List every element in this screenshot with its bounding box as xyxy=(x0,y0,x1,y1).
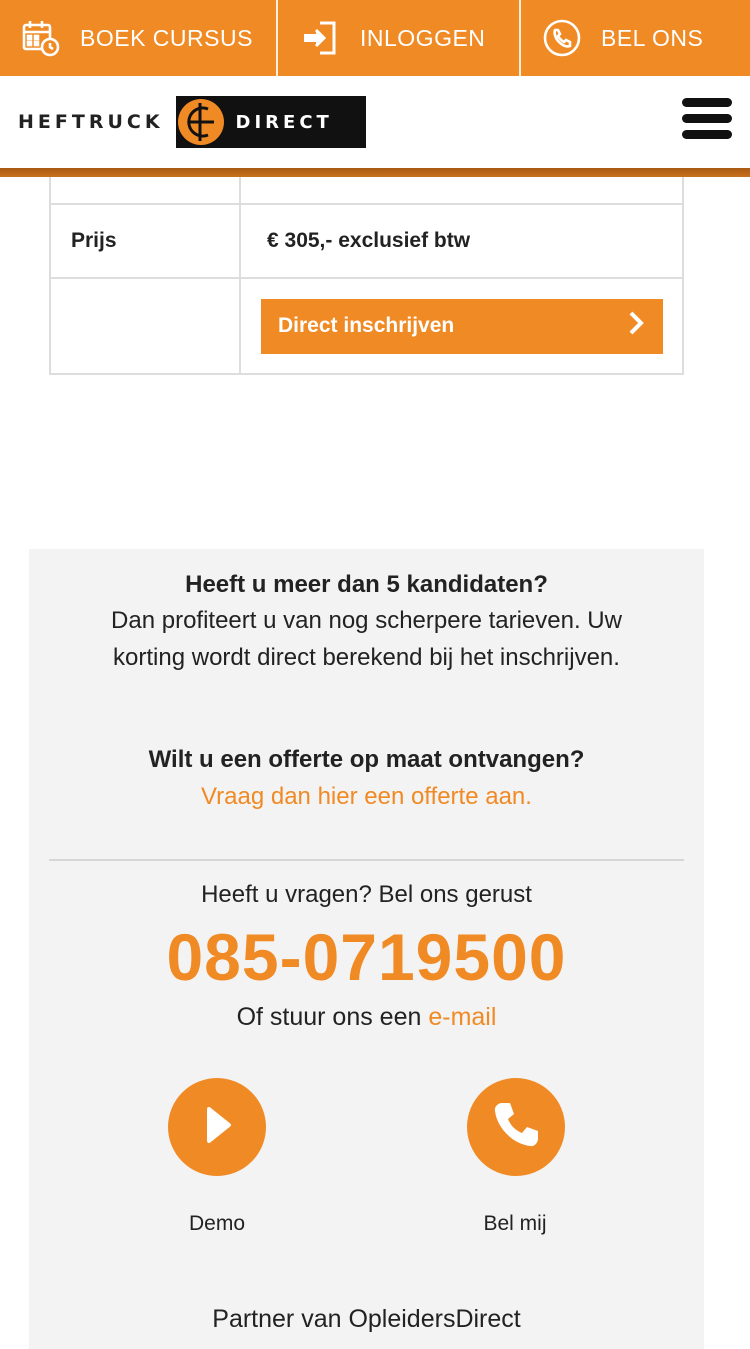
table-cell xyxy=(241,177,682,203)
call-me-label: Bel mij xyxy=(483,1212,547,1235)
chevron-right-icon xyxy=(627,310,645,343)
candidates-title: Heeft u meer dan 5 kandidaten? xyxy=(185,571,548,598)
table-cell: Direct inschrijven xyxy=(241,279,682,373)
email-link[interactable]: e-mail xyxy=(428,1003,496,1031)
email-line: Of stuur ons een e-mail xyxy=(29,1003,704,1032)
site-header: HEFTRUCK DIRECT xyxy=(0,76,750,168)
menu-bar xyxy=(682,114,732,123)
table-row xyxy=(49,177,684,205)
candidates-block: Heeft u meer dan 5 kandidaten? Dan profi… xyxy=(29,567,704,676)
course-info-table: Prijs € 305,- exclusief btw Direct insch… xyxy=(49,177,684,375)
table-cell xyxy=(51,279,241,373)
email-prefix: Of stuur ons een xyxy=(236,1003,422,1031)
login-label: INLOGGEN xyxy=(360,24,486,51)
header-divider xyxy=(0,168,750,177)
call-me-button[interactable] xyxy=(467,1078,565,1176)
direct-enroll-label: Direct inschrijven xyxy=(278,314,455,337)
logo-text-direct: DIRECT xyxy=(235,111,333,133)
candidates-text-2: korting wordt direct berekend bij het in… xyxy=(113,644,620,671)
partner-text: Partner van OpleidersDirect xyxy=(212,1305,521,1333)
hamburger-menu-icon[interactable] xyxy=(682,98,732,144)
divider xyxy=(49,859,684,861)
price-value: € 305,- exclusief btw xyxy=(267,229,471,252)
table-cell xyxy=(51,177,241,203)
phone-number[interactable]: 085-0719500 xyxy=(29,919,704,995)
quote-block: Wilt u een offerte op maat ontvangen? Vr… xyxy=(29,741,704,815)
demo-label: Demo xyxy=(188,1212,246,1235)
calendar-clock-icon xyxy=(22,19,60,57)
phone-circle-icon xyxy=(543,19,581,57)
call-us-label: BEL ONS xyxy=(601,24,704,51)
call-us-button[interactable]: BEL ONS xyxy=(521,0,750,76)
demo-button[interactable] xyxy=(168,1078,266,1176)
price-label: Prijs xyxy=(51,205,241,277)
question-text: Heeft u vragen? Bel ons gerust xyxy=(201,881,532,908)
play-icon xyxy=(197,1103,237,1152)
table-row-cta: Direct inschrijven xyxy=(49,279,684,375)
login-button[interactable]: INLOGGEN xyxy=(278,0,521,76)
logo-dark-block: DIRECT xyxy=(175,96,366,148)
phone-icon xyxy=(488,1097,544,1158)
quote-request-link[interactable]: Vraag dan hier een offerte aan. xyxy=(29,778,704,815)
book-course-button[interactable]: BOEK CURSUS xyxy=(0,0,278,76)
direct-enroll-button[interactable]: Direct inschrijven xyxy=(261,298,663,354)
menu-bar xyxy=(682,98,732,107)
contact-panel: Heeft u meer dan 5 kandidaten? Dan profi… xyxy=(29,549,704,1349)
login-arrow-icon xyxy=(302,19,340,57)
top-action-bar: BOEK CURSUS INLOGGEN BEL ONS xyxy=(0,0,750,76)
logo-plus-icon xyxy=(177,99,224,145)
candidates-text-1: Dan profiteert u van nog scherpere tarie… xyxy=(111,607,622,634)
site-logo[interactable]: HEFTRUCK DIRECT xyxy=(18,96,366,148)
table-row-price: Prijs € 305,- exclusief btw xyxy=(49,205,684,279)
quote-title: Wilt u een offerte op maat ontvangen? xyxy=(148,746,585,773)
menu-bar xyxy=(682,130,732,139)
book-course-label: BOEK CURSUS xyxy=(80,24,253,51)
logo-text-heftruck: HEFTRUCK xyxy=(18,111,164,133)
